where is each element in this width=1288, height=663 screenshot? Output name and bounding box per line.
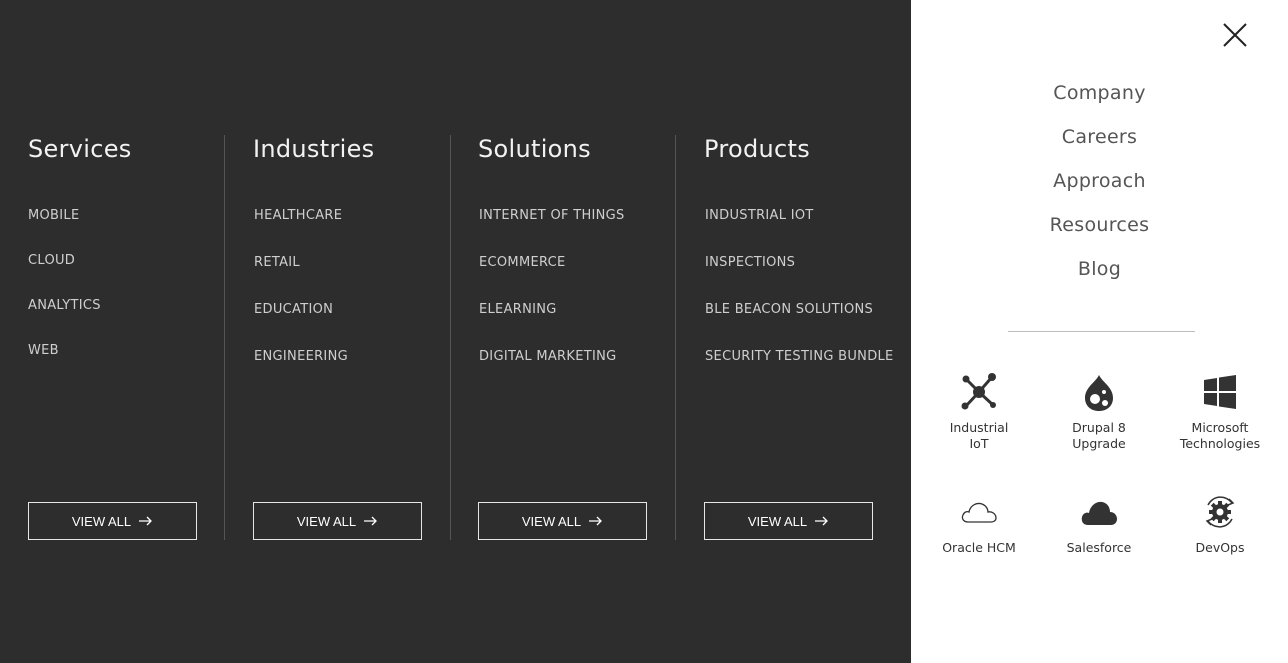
products-heading: Products [704, 135, 811, 163]
column-divider [675, 135, 676, 540]
industries-heading: Industries [253, 135, 375, 163]
tile-microsoft-technologies[interactable]: Microsoft Technologies [1170, 372, 1270, 452]
drupal-icon [1049, 372, 1149, 412]
cloud-filled-icon [1049, 492, 1149, 532]
column-divider [224, 135, 225, 540]
services-heading: Services [28, 135, 132, 163]
nav-link-blog[interactable]: Blog [911, 258, 1288, 302]
nav-link-resources[interactable]: Resources [911, 214, 1288, 258]
cloud-outline-icon [929, 492, 1029, 532]
menu-item-healthcare[interactable]: HEALTHCARE [254, 208, 348, 255]
menu-item-security-testing-bundle[interactable]: SECURITY TESTING BUNDLE [705, 349, 894, 396]
tile-label: Industrial [949, 420, 1009, 435]
view-all-label: VIEW ALL [747, 513, 808, 529]
close-icon[interactable] [1222, 22, 1248, 48]
menu-item-elearning[interactable]: ELEARNING [479, 302, 625, 349]
menu-item-cloud[interactable]: CLOUD [28, 253, 101, 298]
arrow-right-icon [815, 516, 829, 526]
tile-label: Technologies [1179, 436, 1261, 451]
mega-menu-panel: Services MOBILE CLOUD ANALYTICS WEB VIEW… [0, 0, 911, 663]
tile-devops[interactable]: DevOps [1170, 492, 1270, 556]
menu-item-internet-of-things[interactable]: INTERNET OF THINGS [479, 208, 625, 255]
menu-item-ble-beacon-solutions[interactable]: BLE BEACON SOLUTIONS [705, 302, 894, 349]
services-list: MOBILE CLOUD ANALYTICS WEB [28, 208, 101, 388]
menu-item-ecommerce[interactable]: ECOMMERCE [479, 255, 625, 302]
view-all-label: VIEW ALL [521, 513, 582, 529]
products-list: INDUSTRIAL IOT INSPECTIONS BLE BEACON SO… [705, 208, 894, 396]
tile-oracle-hcm[interactable]: Oracle HCM [929, 492, 1029, 556]
industries-list: HEALTHCARE RETAIL EDUCATION ENGINEERING [254, 208, 348, 396]
tile-label: Microsoft [1191, 420, 1249, 435]
menu-item-retail[interactable]: RETAIL [254, 255, 348, 302]
tile-label: Oracle HCM [942, 540, 1016, 555]
tile-industrial-iot[interactable]: Industrial IoT [929, 372, 1029, 452]
solutions-view-all-button[interactable]: VIEW ALL [478, 502, 647, 540]
tile-label: IoT [969, 436, 989, 451]
view-all-label: VIEW ALL [71, 513, 132, 529]
menu-item-industrial-iot[interactable]: INDUSTRIAL IOT [705, 208, 894, 255]
nav-link-company[interactable]: Company [911, 82, 1288, 126]
menu-item-inspections[interactable]: INSPECTIONS [705, 255, 894, 302]
solutions-list: INTERNET OF THINGS ECOMMERCE ELEARNING D… [479, 208, 625, 396]
view-all-label: VIEW ALL [296, 513, 357, 529]
menu-item-analytics[interactable]: ANALYTICS [28, 298, 101, 343]
tile-salesforce[interactable]: Salesforce [1049, 492, 1149, 556]
arrow-right-icon [139, 516, 153, 526]
services-view-all-button[interactable]: VIEW ALL [28, 502, 197, 540]
arrow-right-icon [364, 516, 378, 526]
windows-icon [1170, 372, 1270, 412]
nav-link-approach[interactable]: Approach [911, 170, 1288, 214]
menu-item-engineering[interactable]: ENGINEERING [254, 349, 348, 396]
side-nav: Company Careers Approach Resources Blog [911, 82, 1288, 302]
divider [1008, 331, 1195, 332]
nav-link-careers[interactable]: Careers [911, 126, 1288, 170]
solutions-heading: Solutions [478, 135, 591, 163]
tile-label: Upgrade [1072, 436, 1126, 451]
arrow-right-icon [589, 516, 603, 526]
tile-drupal-8-upgrade[interactable]: Drupal 8 Upgrade [1049, 372, 1149, 452]
menu-item-web[interactable]: WEB [28, 343, 101, 388]
tile-label: DevOps [1195, 540, 1245, 555]
iot-network-icon [929, 372, 1029, 412]
menu-item-digital-marketing[interactable]: DIGITAL MARKETING [479, 349, 625, 396]
menu-item-mobile[interactable]: MOBILE [28, 208, 101, 253]
tile-label: Salesforce [1066, 540, 1132, 555]
industries-view-all-button[interactable]: VIEW ALL [253, 502, 422, 540]
products-view-all-button[interactable]: VIEW ALL [704, 502, 873, 540]
side-panel: Company Careers Approach Resources Blog … [911, 0, 1288, 663]
gear-cycle-icon [1170, 492, 1270, 532]
menu-item-education[interactable]: EDUCATION [254, 302, 348, 349]
column-divider [450, 135, 451, 540]
tile-label: Drupal 8 [1072, 420, 1126, 435]
